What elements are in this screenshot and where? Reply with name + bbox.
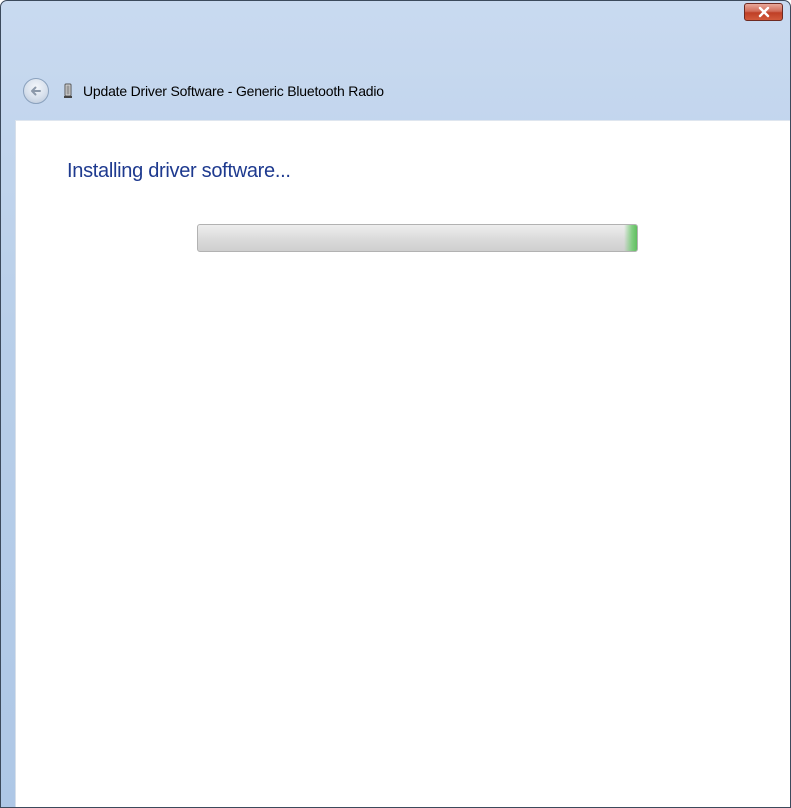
bluetooth-radio-icon: [63, 82, 73, 100]
window-title: Update Driver Software - Generic Bluetoo…: [83, 83, 384, 99]
progress-fill: [624, 225, 637, 251]
dialog-window: Update Driver Software - Generic Bluetoo…: [0, 0, 791, 808]
title-bar[interactable]: [1, 1, 790, 61]
content-panel: Installing driver software...: [15, 120, 790, 807]
back-arrow-icon: [31, 86, 41, 96]
navigation-row: Update Driver Software - Generic Bluetoo…: [1, 69, 790, 113]
close-icon: [758, 6, 769, 18]
close-button[interactable]: [744, 3, 783, 21]
page-heading: Installing driver software...: [67, 160, 291, 182]
progress-bar: [197, 224, 638, 252]
back-button[interactable]: [23, 78, 49, 104]
